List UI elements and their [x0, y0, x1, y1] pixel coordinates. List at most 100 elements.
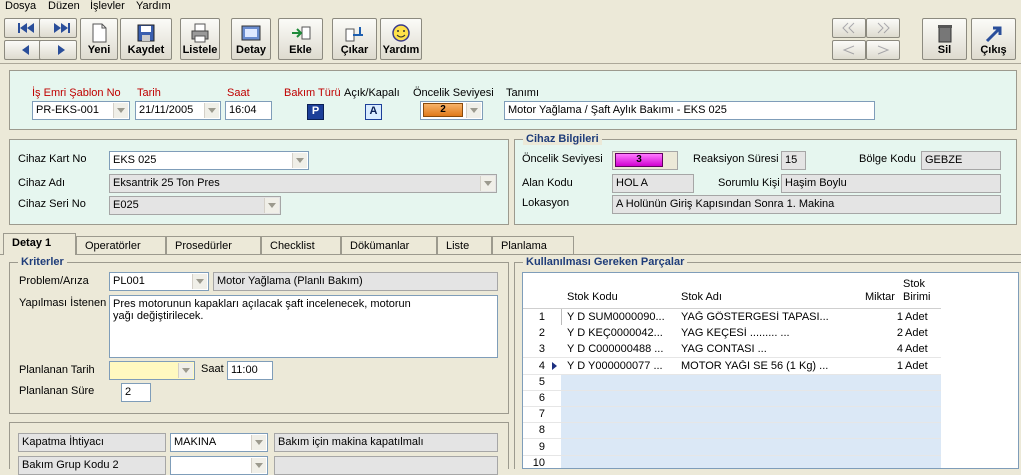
detail-window-icon	[241, 25, 261, 41]
cell-birim[interactable]: Adet	[905, 360, 939, 372]
table-row[interactable]: 10	[523, 455, 941, 468]
cell-birim[interactable]: Adet	[905, 343, 939, 355]
cell-adi[interactable]: YAG CONTASI ...	[681, 343, 856, 355]
reaksiyon-field: 15	[781, 151, 806, 170]
cell-kod[interactable]: Y D Y000000077 ...	[567, 360, 677, 372]
tab-prosedurler[interactable]: Prosedürler	[166, 236, 261, 254]
table-row[interactable]: 8	[523, 422, 941, 440]
sorumlu-field: Haşim Boylu	[781, 174, 1001, 193]
cell-birim[interactable]: Adet	[905, 327, 939, 339]
menu-yardim[interactable]: Yardım	[136, 0, 171, 12]
menu-islevler[interactable]: İşlevler	[90, 0, 125, 12]
cell-miktar[interactable]: 1	[853, 360, 903, 372]
cell-adi[interactable]: YAĞ GÖSTERGESİ TAPASI...	[681, 311, 856, 323]
device-panel: Cihaz Kart No EKS 025 Cihaz Adı Eksantri…	[9, 139, 509, 225]
yardim-button[interactable]: Yardım	[380, 18, 422, 60]
last-record-button[interactable]	[39, 18, 77, 38]
kapatma-combo[interactable]: MAKINA	[170, 433, 268, 452]
cell-kod[interactable]: Y D SUM0000090...	[567, 311, 677, 323]
listele-button[interactable]: Listele	[180, 18, 220, 60]
cell-birim[interactable]: Adet	[905, 311, 939, 323]
cell-adi[interactable]: YAG KEÇESİ ......... ...	[681, 327, 856, 339]
sil-button[interactable]: Sil	[922, 18, 967, 60]
yapilmasi-textarea[interactable]: Pres motorunun kapakları açılacak şaft i…	[109, 295, 498, 358]
next-page-button[interactable]	[866, 40, 900, 60]
chevron-down-icon[interactable]	[251, 435, 266, 450]
cell-n: 4	[538, 359, 545, 372]
chevron-down-icon[interactable]	[292, 153, 307, 168]
parts-grid[interactable]: Stok Kodu Stok Adı Miktar Stok Birimi 1Y…	[522, 272, 1019, 469]
col-miktar[interactable]: Miktar	[865, 291, 895, 303]
chevron-down-icon[interactable]	[178, 363, 193, 378]
acik-kapali-badge[interactable]: A	[365, 104, 382, 120]
kapatma-label: Kapatma İhtiyacı	[18, 433, 166, 452]
col-stok-kodu[interactable]: Stok Kodu	[567, 291, 618, 303]
cell-miktar[interactable]: 4	[853, 343, 903, 355]
table-row[interactable]: 1 Y D SUM0000090... YAĞ GÖSTERGESİ TAPASI.…	[523, 309, 941, 326]
cell-kod[interactable]: Y D KEÇ0000042...	[567, 327, 677, 339]
problem-combo[interactable]: PL001	[109, 272, 209, 291]
new-document-icon	[92, 23, 107, 43]
plan-saat-field[interactable]: 11:00	[227, 361, 273, 380]
table-row[interactable]: 3 Y D C000000488 ... YAG CONTASI ... 4 Adet	[523, 341, 941, 359]
tab-dokumanlar[interactable]: Dökümanlar	[341, 236, 437, 254]
plan-tarih-label: Planlanan Tarih	[19, 364, 95, 376]
prev-page-button[interactable]	[832, 40, 866, 60]
tab-checklist[interactable]: Checklist	[261, 236, 341, 254]
oncelik-combo[interactable]: 2	[420, 101, 483, 120]
plan-sure-field[interactable]: 2	[121, 383, 151, 402]
chevron-down-icon[interactable]	[251, 458, 266, 473]
seri-combo[interactable]: E025	[109, 196, 281, 215]
cell-n: 7	[538, 408, 545, 421]
cell-adi[interactable]: MOTOR YAĞI SE 56 (1 Kg) ...	[681, 360, 856, 372]
col-stok-adi[interactable]: Stok Adı	[681, 291, 722, 303]
alan-field: HOL A	[612, 174, 694, 193]
tab-liste[interactable]: Liste	[437, 236, 492, 254]
bolge-label: Bölge Kodu	[859, 153, 916, 165]
tab-operatorler[interactable]: Operatörler	[76, 236, 166, 254]
bakim-turu-badge[interactable]: P	[307, 104, 324, 120]
kart-combo[interactable]: EKS 025	[109, 151, 309, 170]
grup-combo[interactable]	[170, 456, 268, 475]
remove-item-icon	[345, 27, 363, 42]
chevron-down-icon[interactable]	[113, 103, 128, 118]
table-row[interactable]: 6	[523, 390, 941, 407]
next-record-button[interactable]	[39, 40, 77, 60]
chevron-down-icon[interactable]	[204, 103, 219, 118]
table-row[interactable]: 5	[523, 374, 941, 391]
save-disk-icon	[137, 24, 155, 42]
detay-button[interactable]: Detay	[231, 18, 271, 60]
ekle-button[interactable]: Ekle	[278, 18, 323, 60]
adi-combo[interactable]: Eksantrik 25 Ton Pres	[109, 174, 497, 193]
cell-miktar[interactable]: 1	[853, 311, 903, 323]
col-stok-birimi-1[interactable]: Stok	[903, 278, 925, 290]
oncelik-label: Öncelik Seviyesi	[413, 87, 494, 99]
cell-miktar[interactable]: 2	[853, 327, 903, 339]
table-row[interactable]: 2 Y D KEÇ0000042... YAG KEÇESİ ......... .…	[523, 325, 941, 343]
chevron-down-icon[interactable]	[466, 103, 481, 118]
table-row[interactable]: 9	[523, 439, 941, 456]
tanim-field[interactable]: Motor Yağlama / Şaft Aylık Bakımı - EKS …	[504, 101, 875, 120]
cikis-button[interactable]: Çıkış	[971, 18, 1016, 60]
tarih-combo[interactable]: 21/11/2005	[135, 101, 221, 120]
tab-planlama[interactable]: Planlama	[492, 236, 574, 254]
grid-empty-area	[941, 273, 1018, 468]
chevron-down-icon[interactable]	[480, 176, 495, 191]
tab-detay-1[interactable]: Detay 1	[3, 233, 76, 255]
plan-tarih-combo[interactable]	[109, 361, 195, 380]
chevron-down-icon[interactable]	[192, 274, 207, 289]
yeni-button[interactable]: Yeni	[80, 18, 118, 60]
chevron-down-icon[interactable]	[264, 198, 279, 213]
sablon-combo[interactable]: PR-EKS-001	[32, 101, 130, 120]
prev-page-double-button[interactable]	[832, 18, 866, 38]
menu-duzen[interactable]: Düzen	[48, 0, 80, 12]
next-page-double-button[interactable]	[866, 18, 900, 38]
table-row[interactable]: 7	[523, 406, 941, 424]
cikar-button[interactable]: Çıkar	[332, 18, 377, 60]
cell-kod[interactable]: Y D C000000488 ...	[567, 343, 677, 355]
saat-field[interactable]: 16:04	[225, 101, 272, 120]
kaydet-button[interactable]: Kaydet	[120, 18, 172, 60]
menu-dosya[interactable]: Dosya	[5, 0, 36, 12]
table-row[interactable]: 4 Y D Y000000077 ... MOTOR YAĞI SE 56 (1 K…	[523, 357, 941, 375]
col-stok-birimi-2[interactable]: Birimi	[903, 291, 931, 303]
